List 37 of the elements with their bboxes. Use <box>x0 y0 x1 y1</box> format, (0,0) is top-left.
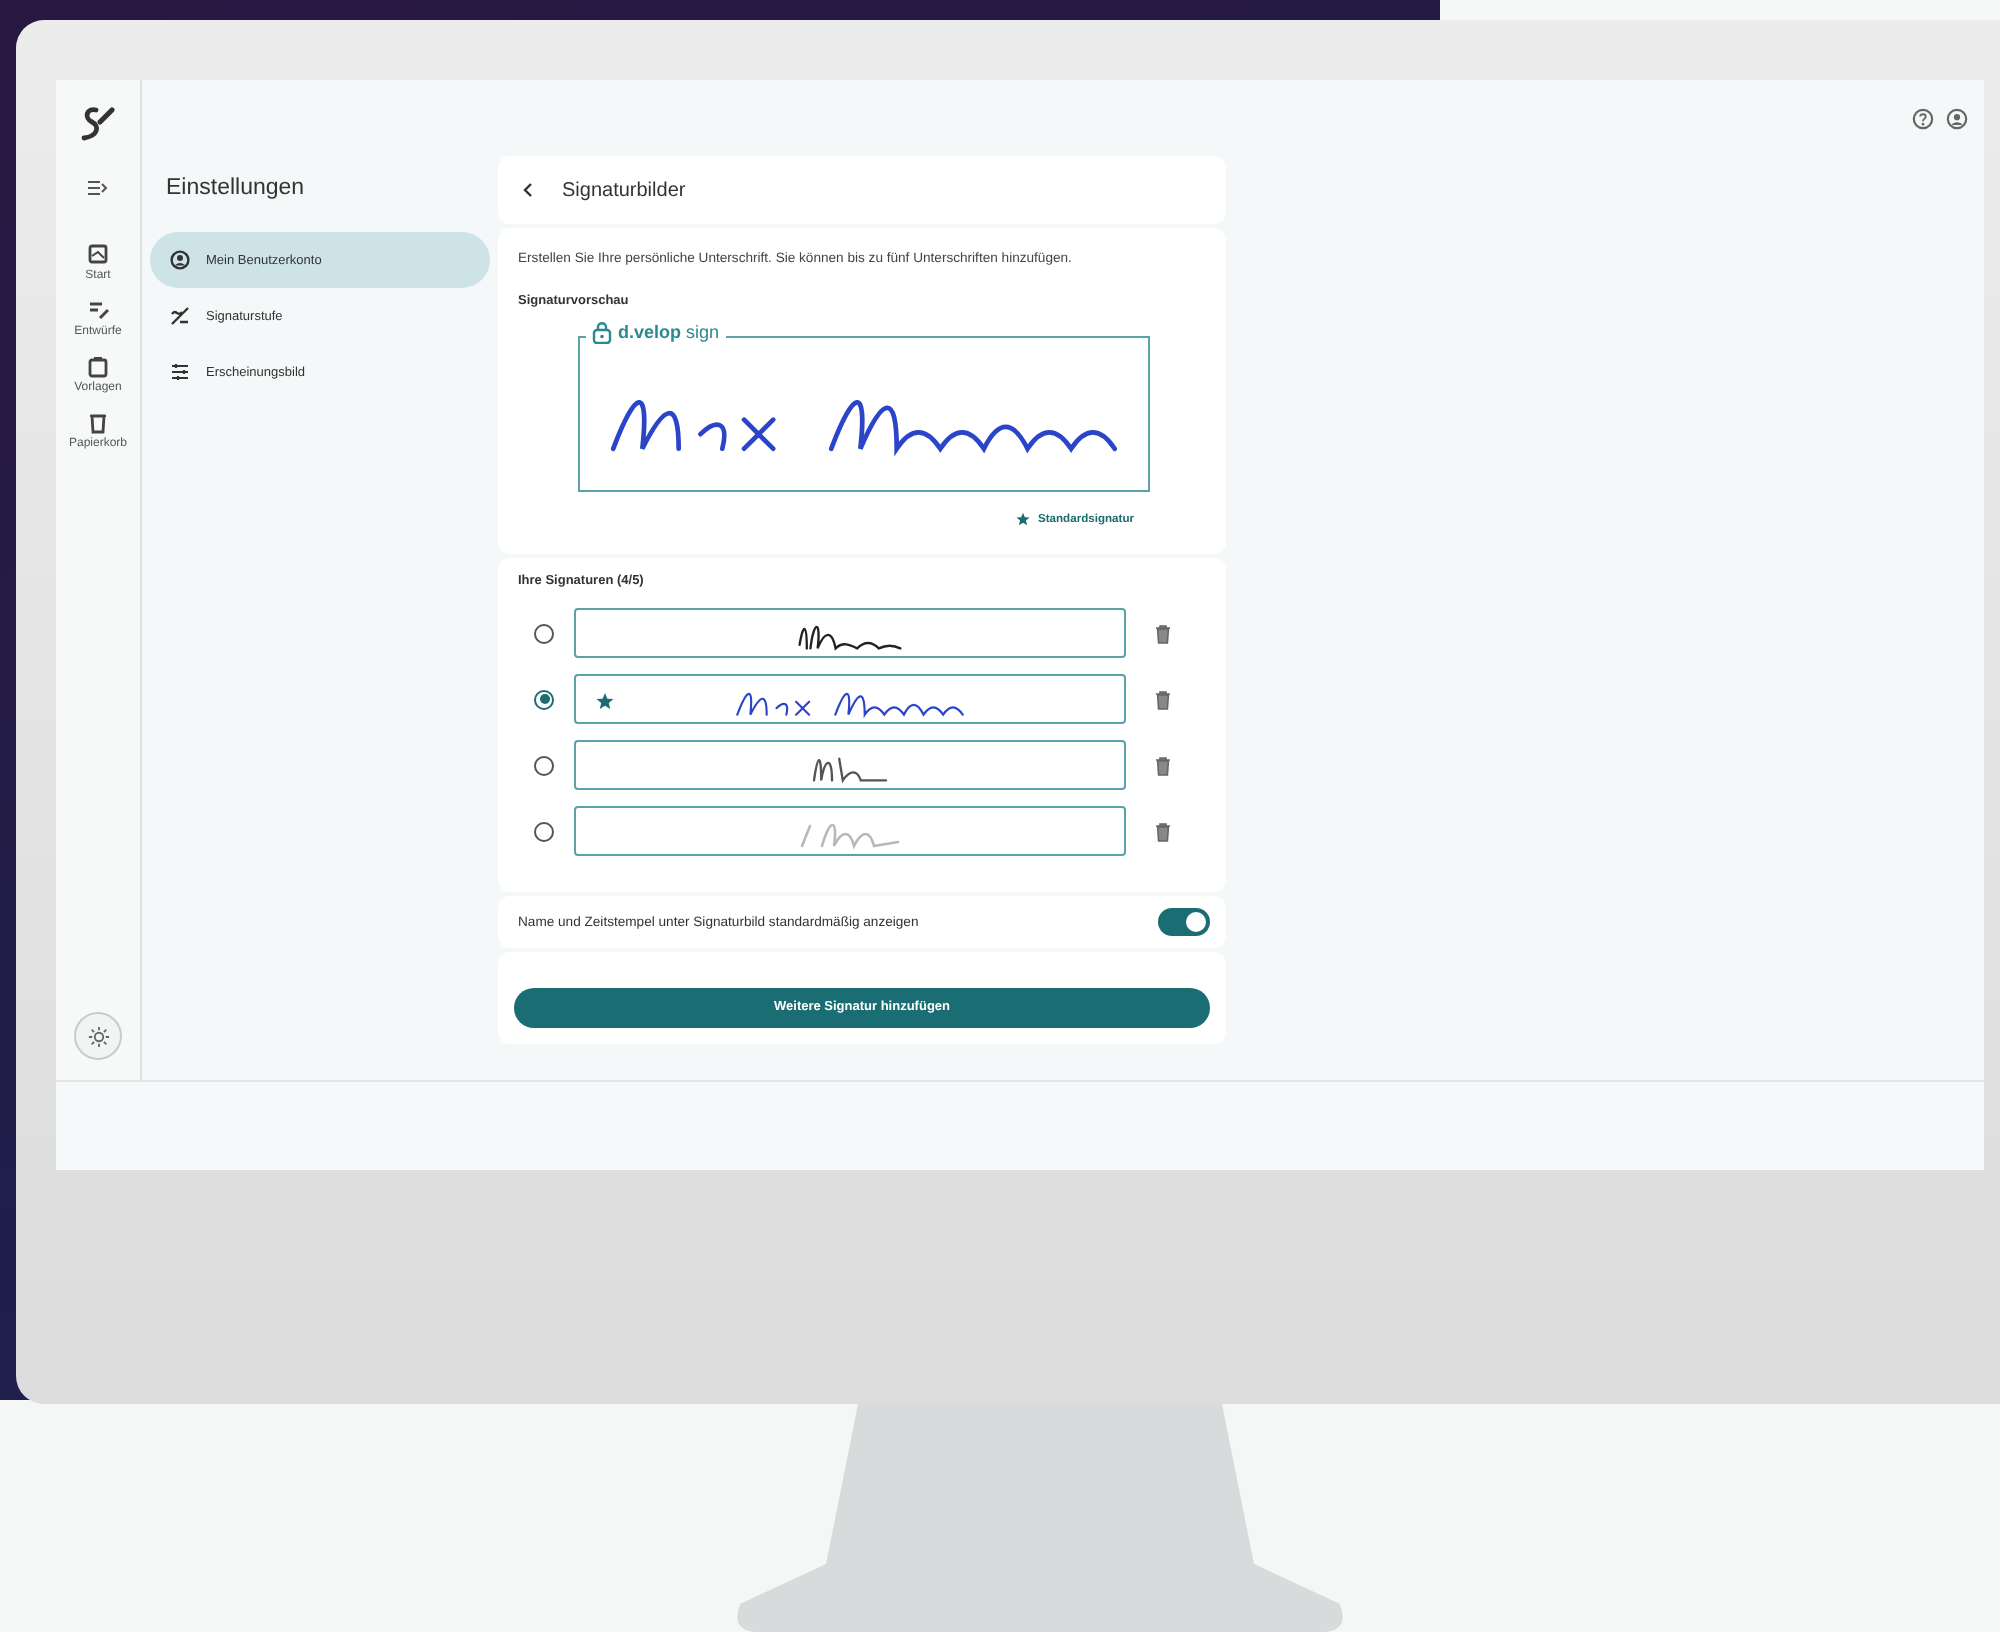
trash-icon <box>1154 821 1172 841</box>
signature-icon <box>170 306 190 326</box>
sliders-icon <box>170 362 190 382</box>
trash-icon <box>1154 623 1172 643</box>
radio-button[interactable] <box>534 623 554 643</box>
edit-icon <box>85 298 110 322</box>
delete-button[interactable] <box>1154 755 1172 775</box>
back-button[interactable] <box>522 182 534 198</box>
card-title: Signaturbilder <box>562 179 686 201</box>
lock-icon <box>592 320 612 344</box>
account-icon[interactable] <box>1946 108 1968 130</box>
radio-button[interactable] <box>534 755 554 775</box>
delete-button[interactable] <box>1154 821 1172 841</box>
brand-logo-text: d.velop sign <box>618 322 720 342</box>
delete-button[interactable] <box>1154 623 1172 643</box>
theme-button[interactable] <box>74 1012 122 1060</box>
toggle-switch[interactable] <box>1158 908 1210 936</box>
signature-option[interactable] <box>574 674 1126 724</box>
radio-button[interactable] <box>534 821 554 841</box>
signature-option[interactable] <box>574 608 1126 658</box>
radio-button[interactable] <box>534 689 554 709</box>
star-icon <box>596 692 614 710</box>
trash-icon <box>1154 755 1172 775</box>
trash-icon <box>1154 689 1172 709</box>
back-icon <box>522 182 534 198</box>
signature-option[interactable] <box>574 740 1126 790</box>
help-icon[interactable] <box>1912 108 1934 130</box>
settings-title: Einstellungen <box>166 176 307 200</box>
pen-logo-icon <box>78 104 118 144</box>
signature-option[interactable] <box>574 806 1126 856</box>
sun-icon <box>87 1025 109 1047</box>
clipboard-icon <box>85 354 110 378</box>
image-icon <box>85 242 110 266</box>
menu-collapse-icon[interactable] <box>88 180 108 196</box>
star-icon <box>1016 512 1030 526</box>
delete-button[interactable] <box>1154 689 1172 709</box>
account-icon <box>170 250 190 270</box>
